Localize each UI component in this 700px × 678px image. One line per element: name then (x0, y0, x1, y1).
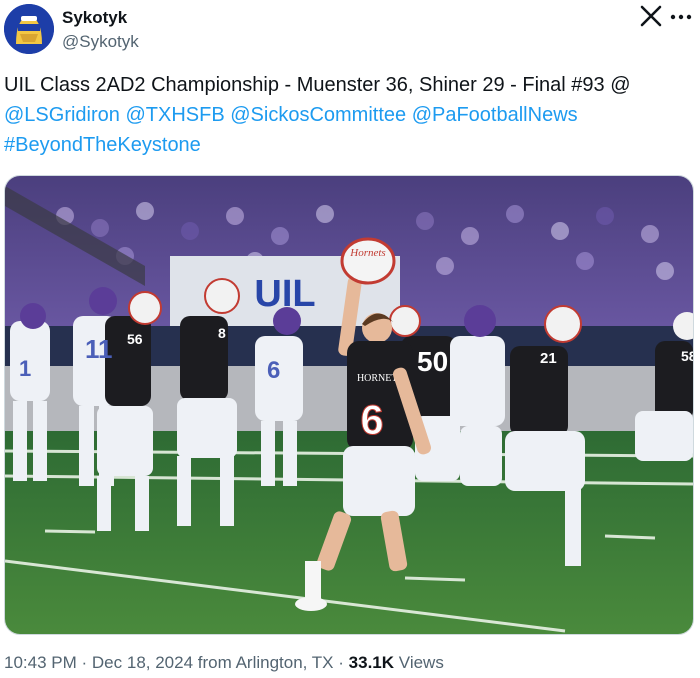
mentions-line: @LSGridiron @TXHSFB @SickosCommittee @Pa… (4, 100, 684, 130)
mention-link[interactable]: @SickosCommittee (230, 104, 406, 126)
author-avatar[interactable] (4, 4, 54, 54)
more-options-icon[interactable] (667, 5, 695, 29)
tweet-text: UIL Class 2AD2 Championship - Muenster 3… (4, 70, 684, 160)
views-count: 33.1K (348, 653, 395, 672)
svg-text:21: 21 (540, 350, 557, 367)
svg-text:11: 11 (85, 334, 113, 364)
svg-text:8: 8 (218, 325, 226, 341)
meta-separator: · (81, 653, 88, 672)
hashtag-link[interactable]: #BeyondTheKeystone (4, 134, 201, 156)
tweet-photo[interactable]: UIL Hornets HORNETS 6 56 8 50 21 11 1 6 … (4, 175, 694, 635)
tweet-date[interactable]: Dec 18, 2024 (92, 653, 193, 672)
x-logo-icon[interactable] (640, 5, 662, 27)
jersey-number: 6 (360, 396, 383, 443)
tweet-location: from Arlington, TX (197, 653, 334, 672)
meta-separator: · (338, 653, 344, 672)
tweet-text-line: UIL Class 2AD2 Championship - Muenster 3… (4, 74, 631, 96)
mention-link[interactable]: @PaFootballNews (412, 104, 578, 126)
svg-text:50: 50 (417, 346, 448, 377)
helmet-text: Hornets (349, 247, 385, 259)
far-right-jersey-number: 58 (681, 348, 693, 364)
mention-link[interactable]: @TXHSFB (125, 104, 224, 126)
svg-text:1: 1 (19, 356, 31, 381)
mention-link[interactable]: @LSGridiron (4, 104, 120, 126)
svg-text:56: 56 (127, 331, 143, 347)
author-handle[interactable]: @Sykotyk (62, 32, 139, 52)
svg-text:6: 6 (267, 357, 280, 384)
views-label: Views (398, 653, 444, 672)
tweet-time[interactable]: 10:43 PM (4, 653, 77, 672)
masked-mascot-avatar-icon (4, 4, 54, 54)
tweet-meta: 10:43 PM · Dec 18, 2024 from Arlington, … (4, 653, 444, 673)
football-celebration-photo: UIL Hornets HORNETS 6 56 8 50 21 11 1 6 … (5, 176, 693, 634)
author-display-name[interactable]: Sykotyk (62, 8, 127, 28)
